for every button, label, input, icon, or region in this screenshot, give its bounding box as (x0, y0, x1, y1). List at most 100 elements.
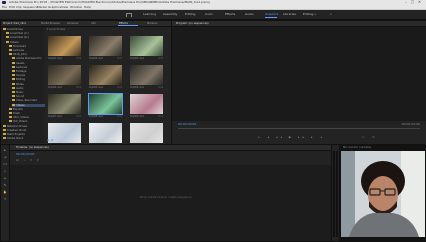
program-scrubber[interactable] (178, 128, 420, 129)
tab-project[interactable]: Project: trad_intro (3, 21, 26, 26)
clip-thumbnail[interactable]: Clip003.mp4 0:22 (130, 36, 163, 63)
menu-sequence[interactable]: Sequence (23, 5, 38, 9)
folder-tree: Local Drives Local Disk (C:) Local Disk (D… (1, 27, 45, 143)
tree-item-label: Sound (16, 95, 25, 99)
workspace-overflow[interactable]: » (330, 12, 332, 17)
panel-footer-icons[interactable]: ◉ ▤ (47, 138, 53, 142)
menu-graphics[interactable]: Graphics (48, 5, 61, 9)
workspace-assembly[interactable]: Assembly (163, 12, 177, 17)
tree-item[interactable]: Download (9, 44, 45, 48)
tree-item[interactable]: Team Projects (3, 133, 45, 136)
workspace-audio[interactable]: Audio (245, 12, 254, 17)
tree-item[interactable]: Music (12, 91, 45, 94)
workspace-learning[interactable]: Learning (143, 12, 156, 17)
folder-icon (12, 61, 15, 64)
tree-item[interactable]: Editing (12, 78, 45, 81)
tab-timeline[interactable]: Timeline: (no sequences) (16, 145, 49, 150)
timeline-panel: Timeline: (no sequences) 00;00;00;00 ⊞ ⌁… (9, 144, 341, 242)
media-path: Local Drives (49, 28, 65, 31)
tab-libraries[interactable]: Libraries (67, 21, 78, 26)
media-grid: ▾ Local Drives Clip001.mp4 0:16 Clip002.mp… (46, 27, 170, 147)
folder-icon (3, 128, 6, 131)
workspace-editing-more[interactable]: Editing » (303, 12, 316, 17)
tree-item[interactable]: Creative Cloud (3, 128, 45, 132)
folder-icon (12, 57, 15, 60)
clip-thumbnail[interactable]: Clip001.mp4 0:16 (48, 36, 81, 63)
export-frame-icon[interactable]: ⊡ (362, 135, 365, 139)
tree-item[interactable]: Adobe Premiere Pro (12, 57, 45, 60)
tree-item-label: Team Projects (7, 133, 25, 136)
tree-item-label: Network Drives (7, 124, 27, 128)
tree-item-label: Editing (16, 78, 26, 82)
workspace-editing[interactable]: Editing (185, 12, 195, 17)
menu-help[interactable]: Help (84, 5, 91, 9)
selection-tool-icon[interactable]: ▸ (3, 148, 7, 152)
program-monitor: Program: (no sequences) 00;00;00;00 00;0… (171, 20, 426, 145)
tree-item[interactable]: Videos (6, 40, 45, 44)
timeline-tool-icons[interactable]: ⊞ ⌁ ▾ ⚲ (16, 158, 41, 162)
tree-item-label: Download (13, 44, 26, 48)
tree-item[interactable]: Network Drives (3, 124, 45, 128)
tree-item[interactable]: Slides (12, 82, 45, 86)
tree-item[interactable]: Trash (9, 112, 45, 115)
clip-duration: 0:25 (117, 115, 122, 118)
clip-thumbnail[interactable]: Clip004.mp4 0:14 (48, 65, 81, 92)
clip-thumbnail[interactable]: Clip002.mp4 0:27 (89, 36, 122, 63)
tree-item[interactable]: Audio (12, 86, 45, 90)
menu-view[interactable]: View (61, 5, 68, 9)
program-video-area[interactable] (172, 27, 426, 121)
tab-markers[interactable]: Markers (147, 21, 157, 26)
tree-item-label: Intro_Videos (13, 116, 29, 120)
menu-marker[interactable]: Marker (37, 5, 47, 9)
clip-preview-image (48, 36, 81, 56)
tree-item[interactable]: Video_Recorded (12, 99, 45, 102)
tree-item[interactable]: Local Disk (D:) (6, 36, 45, 39)
active-tab-underline (118, 25, 138, 26)
settings-icon[interactable]: ⚙ (372, 135, 375, 139)
clip-thumbnail[interactable]: Clip005.mp4 0:29 (89, 65, 122, 92)
pen-tool-icon[interactable]: ✎ (3, 183, 7, 187)
tree-item[interactable]: Lectures (12, 65, 45, 69)
tree-item[interactable]: Exports (9, 107, 45, 111)
tree-item[interactable]: Footage (12, 70, 45, 73)
timeline-timecode[interactable]: 00;00;00;00 (16, 152, 34, 156)
tree-item[interactable]: Old_Videos (9, 120, 45, 123)
tab-program[interactable]: Program: (no sequences) (176, 21, 209, 26)
home-icon[interactable] (126, 13, 132, 17)
tree-item[interactable]: Assets (12, 61, 45, 65)
hand-tool-icon[interactable]: ✋ (3, 190, 7, 194)
clip-thumbnail[interactable]: Clip006.mp4 0:18 (130, 65, 163, 92)
tree-item-label: Adobe Premiere Pro (16, 57, 42, 61)
ripple-edit-tool-icon[interactable]: ⟺ (3, 162, 7, 166)
tab-media-browser[interactable]: Media Browser (41, 21, 60, 26)
clip-thumbnail[interactable]: Clip008.mp4 0:25 (88, 93, 123, 121)
workspace-libraries[interactable]: Libraries (283, 12, 296, 17)
tree-item-label: Local Disk (D:) (10, 36, 29, 40)
menu-window[interactable]: Window (70, 5, 82, 9)
razor-tool-icon[interactable]: ◇ (3, 169, 7, 173)
track-select-tool-icon[interactable]: ⇥ (3, 155, 7, 159)
transport-controls[interactable]: ⇤ ◂ ◂◂ ▶ ▸▸ ▸ ⇥ (258, 135, 325, 139)
timeline-drop-area[interactable] (10, 165, 340, 241)
tree-item-label: Slides (16, 82, 24, 86)
tab-info[interactable]: Info (91, 21, 96, 26)
workspace-effects[interactable]: Effects (225, 12, 235, 17)
workspace-color[interactable]: Color (205, 12, 213, 17)
tree-item[interactable]: Local Drives (3, 28, 45, 31)
menu-file[interactable]: File (2, 5, 7, 9)
type-tool-icon[interactable]: T (3, 197, 7, 201)
menu-edit[interactable]: Edit (9, 5, 15, 9)
clip-thumbnail[interactable]: Clip007.mp4 0:21 (48, 94, 81, 121)
tree-item-label: Trash (13, 112, 20, 115)
slip-tool-icon[interactable]: ↔ (3, 176, 7, 180)
menu-clip[interactable]: Clip (16, 5, 22, 9)
tree-item[interactable]: Videos (12, 103, 45, 107)
program-timecode-left[interactable]: 00;00;00;00 (178, 122, 196, 126)
tree-item-label: Adobe Stock (7, 137, 24, 141)
tree-item[interactable]: Adobe Stock (3, 137, 45, 140)
clip-thumbnail[interactable]: Clip009.mp4 0:11 (130, 94, 163, 121)
folder-icon (12, 86, 15, 89)
tree-item[interactable]: Lectures (9, 49, 45, 52)
folder-icon (12, 99, 15, 102)
clip-preview-image (130, 123, 163, 143)
